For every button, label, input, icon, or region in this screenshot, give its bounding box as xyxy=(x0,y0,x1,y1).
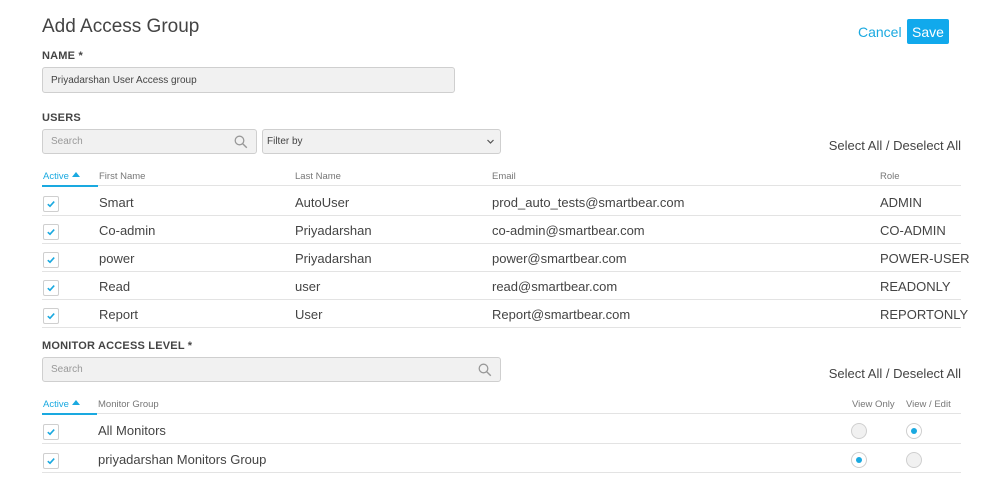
check-icon xyxy=(47,201,55,208)
monitor-group-name: priyadarshan Monitors Group xyxy=(98,452,267,467)
user-last-name: Priyadarshan xyxy=(295,223,372,238)
user-active-checkbox[interactable] xyxy=(43,280,59,296)
user-active-checkbox[interactable] xyxy=(43,308,59,324)
user-last-name: User xyxy=(295,307,323,322)
check-icon xyxy=(47,429,55,436)
monitor-deselect-all-link[interactable]: Deselect All xyxy=(893,366,961,381)
active-sort-indicator xyxy=(42,185,98,187)
user-row: Report User Report@smartbear.com REPORTO… xyxy=(42,300,968,328)
first-name-column-header[interactable]: First Name xyxy=(99,171,145,182)
save-button[interactable]: Save xyxy=(907,19,949,44)
users-search-box xyxy=(42,129,257,154)
user-active-checkbox[interactable] xyxy=(43,196,59,212)
users-search-input[interactable] xyxy=(43,130,256,153)
filter-by-label: Filter by xyxy=(267,136,303,147)
sort-ascending-icon xyxy=(71,400,80,405)
user-email: power@smartbear.com xyxy=(492,251,627,266)
users-select-separator: / xyxy=(882,138,894,153)
user-role: POWER-USER xyxy=(880,251,970,266)
user-first-name: Co-admin xyxy=(99,223,156,238)
user-first-name: power xyxy=(99,251,135,266)
monitor-search-input[interactable] xyxy=(43,358,500,381)
user-role: ADMIN xyxy=(880,195,922,210)
check-icon xyxy=(47,458,55,465)
monitor-access-label: MONITOR ACCESS LEVEL * xyxy=(42,340,193,352)
monitor-group-name: All Monitors xyxy=(98,423,166,438)
check-icon xyxy=(47,257,55,264)
monitor-table-header: Active Monitor Group View Only View / Ed… xyxy=(42,394,961,415)
monitor-active-column-header[interactable]: Active xyxy=(43,399,80,410)
monitor-group-column-header[interactable]: Monitor Group xyxy=(98,399,159,410)
cancel-button[interactable]: Cancel xyxy=(858,24,902,40)
user-last-name: AutoUser xyxy=(295,195,350,210)
name-field[interactable] xyxy=(42,67,455,93)
users-select-controls: Select All / Deselect All xyxy=(829,138,961,153)
check-icon xyxy=(47,285,55,292)
user-active-checkbox[interactable] xyxy=(43,224,59,240)
user-email: prod_auto_tests@smartbear.com xyxy=(492,195,685,210)
monitor-select-controls: Select All / Deselect All xyxy=(829,366,961,381)
user-row: Smart AutoUser prod_auto_tests@smartbear… xyxy=(42,188,961,216)
monitor-row: priyadarshan Monitors Group xyxy=(42,445,961,473)
monitor-select-separator: / xyxy=(882,366,894,381)
user-row: Read user read@smartbear.com READONLY xyxy=(42,272,961,300)
user-row: power Priyadarshan power@smartbear.com P… xyxy=(42,244,970,272)
user-role: READONLY xyxy=(880,279,951,294)
monitor-active-checkbox[interactable] xyxy=(43,424,59,440)
users-label: USERS xyxy=(42,112,81,124)
monitor-search-box xyxy=(42,357,501,382)
page-title: Add Access Group xyxy=(42,16,200,37)
last-name-column-header[interactable]: Last Name xyxy=(295,171,341,182)
chevron-down-icon xyxy=(487,139,494,144)
user-role: REPORTONLY xyxy=(880,307,969,322)
sort-ascending-icon xyxy=(71,172,80,177)
monitor-row: All Monitors xyxy=(42,416,961,444)
header-divider xyxy=(42,413,961,414)
user-last-name: user xyxy=(295,279,321,294)
users-select-all-link[interactable]: Select All xyxy=(829,138,882,153)
view-edit-radio[interactable] xyxy=(906,423,922,439)
user-email: co-admin@smartbear.com xyxy=(492,223,645,238)
search-icon[interactable] xyxy=(234,135,248,149)
email-column-header[interactable]: Email xyxy=(492,171,516,182)
monitor-select-all-link[interactable]: Select All xyxy=(829,366,882,381)
users-table-header: Active First Name Last Name Email Role xyxy=(42,166,961,187)
filter-by-select[interactable]: Filter by xyxy=(262,129,501,154)
user-first-name: Smart xyxy=(99,195,134,210)
user-last-name: Priyadarshan xyxy=(295,251,372,266)
user-email: read@smartbear.com xyxy=(492,279,618,294)
check-icon xyxy=(47,313,55,320)
view-edit-radio[interactable] xyxy=(906,452,922,468)
user-first-name: Read xyxy=(99,279,131,294)
check-icon xyxy=(47,229,55,236)
user-first-name: Report xyxy=(99,307,139,322)
user-email: Report@smartbear.com xyxy=(492,307,631,322)
view-only-column-header: View Only xyxy=(852,399,895,410)
view-only-radio[interactable] xyxy=(851,423,867,439)
user-active-checkbox[interactable] xyxy=(43,252,59,268)
monitor-active-checkbox[interactable] xyxy=(43,453,59,469)
role-column-header[interactable]: Role xyxy=(880,171,900,182)
header-divider xyxy=(42,185,961,186)
user-row: Co-admin Priyadarshan co-admin@smartbear… xyxy=(42,216,961,244)
active-sort-indicator xyxy=(42,413,97,415)
users-deselect-all-link[interactable]: Deselect All xyxy=(893,138,961,153)
name-label: NAME * xyxy=(42,50,83,62)
user-role: CO-ADMIN xyxy=(880,223,946,238)
view-edit-column-header: View / Edit xyxy=(906,399,951,410)
view-only-radio[interactable] xyxy=(851,452,867,468)
users-active-column-header[interactable]: Active xyxy=(43,171,80,182)
search-icon[interactable] xyxy=(478,363,492,377)
